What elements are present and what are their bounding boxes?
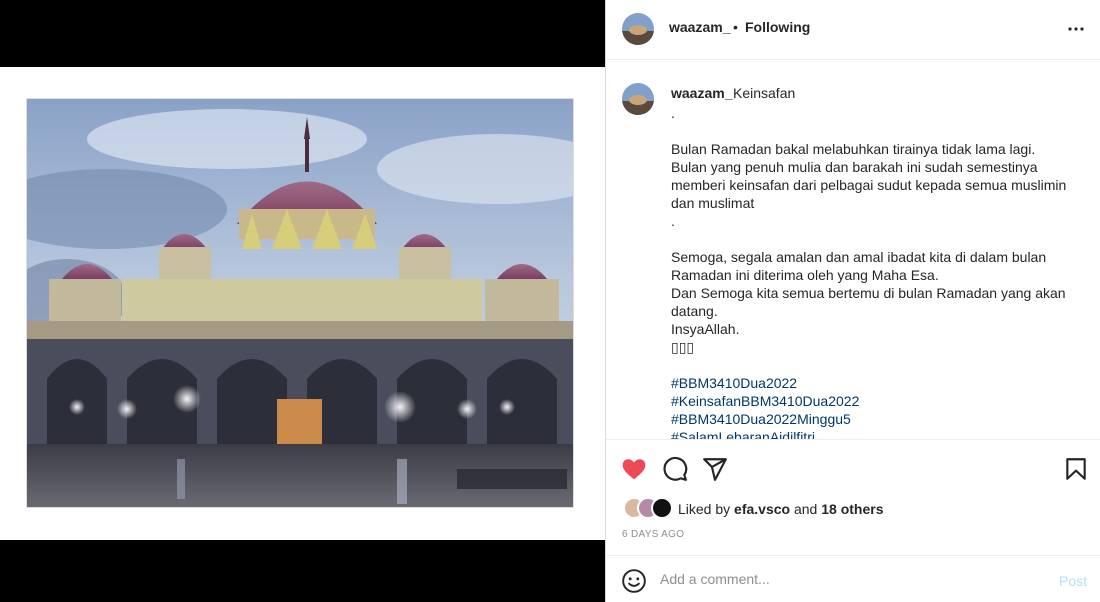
following-button[interactable]: Following bbox=[745, 19, 810, 35]
caption-line: dan muslimat bbox=[671, 195, 755, 211]
caption-title: Keinsafan bbox=[733, 85, 796, 101]
heart-icon[interactable] bbox=[621, 456, 647, 482]
caption-line: . bbox=[671, 213, 675, 229]
liked-by-text[interactable]: Liked by efa.vsco and 18 others bbox=[678, 501, 883, 517]
comment-bar: Post bbox=[606, 556, 1100, 602]
hashtag-link[interactable]: #SalamLebaranAidilfitri bbox=[671, 428, 1076, 439]
caption-line: Bulan yang penuh mulia dan barakah ini s… bbox=[671, 159, 1038, 175]
avatar[interactable] bbox=[622, 83, 654, 115]
separator-dot: • bbox=[733, 19, 738, 35]
emoji-icon[interactable] bbox=[621, 568, 647, 594]
caption-text: . Bulan Ramadan bakal melabuhkan tirainy… bbox=[671, 104, 1076, 439]
avatar bbox=[651, 497, 673, 519]
caption-line: . bbox=[671, 105, 675, 121]
share-icon[interactable] bbox=[702, 456, 728, 482]
caption-line: Bulan Ramadan bakal melabuhkan tirainya … bbox=[671, 141, 1036, 157]
comment-input[interactable] bbox=[660, 566, 1040, 592]
hashtag-link[interactable]: #BBM3410Dua2022 bbox=[671, 374, 1076, 392]
caption-area: waazam_ Keinsafan . Bulan Ramadan bakal … bbox=[606, 60, 1100, 439]
liked-by-label: Liked by bbox=[678, 501, 731, 517]
post-header: waazam_ • Following bbox=[606, 0, 1100, 60]
caption-line: Ramadan ini diterima oleh yang Maha Esa. bbox=[671, 267, 939, 283]
caption-line: datang. bbox=[671, 303, 718, 319]
caption-username[interactable]: waazam_ bbox=[671, 85, 732, 101]
liked-by-and: and bbox=[793, 501, 818, 517]
hashtag-link[interactable]: #KeinsafanBBM3410Dua2022 bbox=[671, 392, 1076, 410]
liked-by-user[interactable]: efa.vsco bbox=[734, 501, 790, 517]
post-details-panel: waazam_ • Following waazam_ Keinsafan . … bbox=[605, 0, 1100, 602]
liked-by-avatars[interactable] bbox=[623, 497, 679, 519]
caption-line: InsyaAllah. bbox=[671, 321, 740, 337]
caption-line: ▯▯▯ bbox=[671, 339, 695, 355]
header-username[interactable]: waazam_ bbox=[669, 19, 730, 35]
liked-by-others[interactable]: 18 others bbox=[821, 501, 883, 517]
caption-line bbox=[671, 122, 1076, 140]
comment-icon[interactable] bbox=[662, 456, 688, 482]
post-button[interactable]: Post bbox=[1059, 573, 1087, 589]
caption-line bbox=[671, 356, 1076, 374]
post-actions: Liked by efa.vsco and 18 others 6 DAYS A… bbox=[606, 439, 1100, 556]
save-icon[interactable] bbox=[1063, 456, 1089, 482]
caption-line: memberi keinsafan dari pelbagai sudut ke… bbox=[671, 177, 1067, 193]
post-photo[interactable] bbox=[26, 98, 574, 508]
caption-line: Dan Semoga kita semua bertemu di bulan R… bbox=[671, 285, 1066, 301]
caption-line: Semoga, segala amalan dan amal ibadat ki… bbox=[671, 249, 1047, 265]
post-date[interactable]: 6 DAYS AGO bbox=[622, 529, 684, 540]
avatar[interactable] bbox=[622, 13, 654, 45]
media-viewer bbox=[0, 0, 605, 602]
more-icon[interactable] bbox=[1067, 20, 1085, 38]
caption-line bbox=[671, 230, 1076, 248]
hashtag-link[interactable]: #BBM3410Dua2022Minggu5 bbox=[671, 410, 1076, 428]
